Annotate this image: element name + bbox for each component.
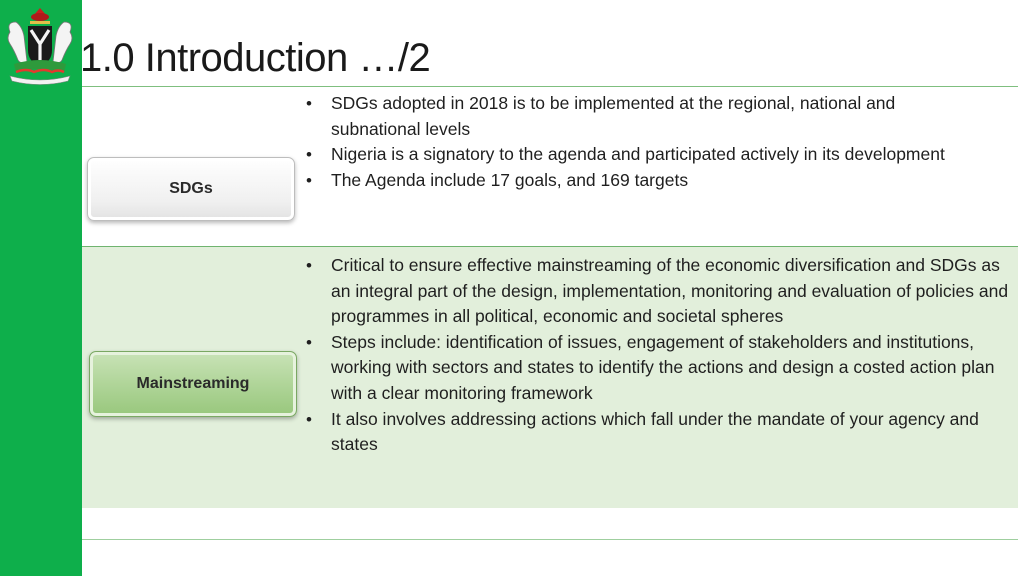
mainstreaming-bullet-list: Critical to ensure effective mainstreami… xyxy=(306,253,1011,458)
sdgs-bullet-list: SDGs adopted in 2018 is to be implemente… xyxy=(306,91,986,193)
sdgs-bullet-3: The Agenda include 17 goals, and 169 tar… xyxy=(306,168,986,194)
bottom-divider xyxy=(82,539,1018,540)
mainstreaming-label: Mainstreaming xyxy=(136,375,250,392)
sdgs-label-box: SDGs xyxy=(87,157,295,221)
middle-divider xyxy=(82,246,1018,247)
coat-of-arms-icon xyxy=(7,8,73,85)
green-sidebar xyxy=(0,0,82,576)
mainstreaming-label-box: Mainstreaming xyxy=(89,351,297,417)
sdgs-label: SDGs xyxy=(169,180,213,197)
sdgs-bullet-2: Nigeria is a signatory to the agenda and… xyxy=(306,142,986,168)
mainstreaming-bullet-1: Critical to ensure effective mainstreami… xyxy=(306,253,1011,330)
top-divider xyxy=(82,86,1018,87)
mainstreaming-bullet-2: Steps include: identification of issues,… xyxy=(306,330,1011,407)
slide-title: 1.0 Introduction …/2 xyxy=(80,36,431,80)
sdgs-bullet-1: SDGs adopted in 2018 is to be implemente… xyxy=(306,91,986,142)
mainstreaming-bullet-3: It also involves addressing actions whic… xyxy=(306,407,1011,458)
